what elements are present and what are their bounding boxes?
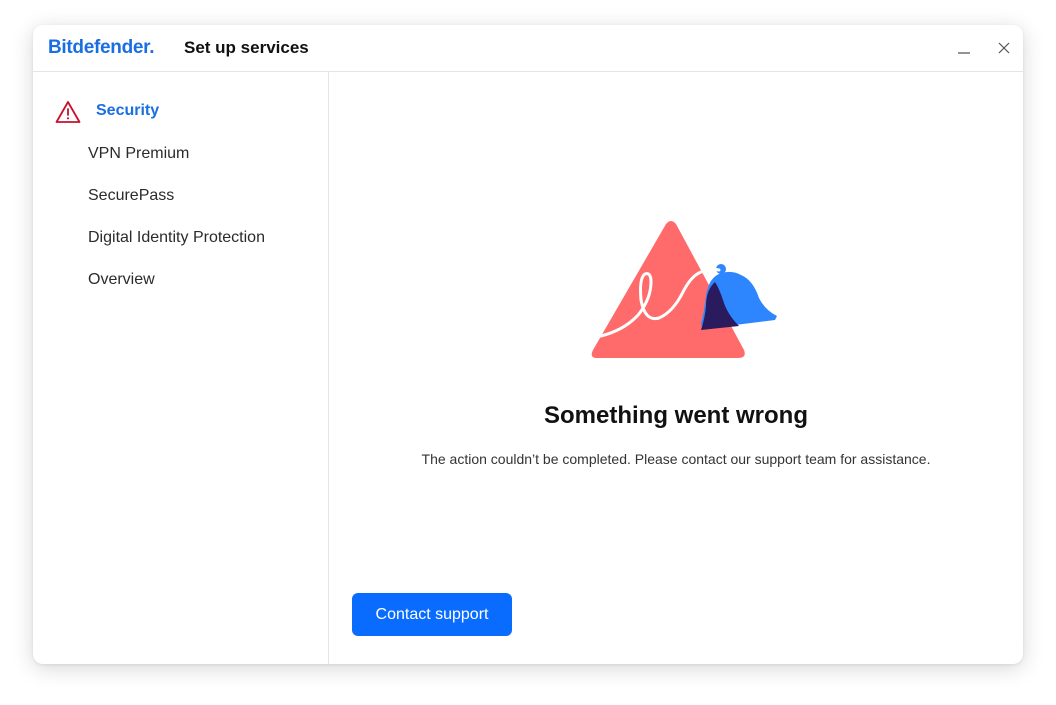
sidebar-item-digital-identity-protection[interactable]: Digital Identity Protection bbox=[88, 229, 265, 247]
brand-name: Bitdefender bbox=[48, 37, 150, 58]
error-illustration bbox=[591, 221, 777, 358]
close-icon bbox=[998, 42, 1010, 54]
brand-dot: . bbox=[149, 37, 155, 58]
close-button[interactable] bbox=[993, 37, 1015, 59]
minimize-icon bbox=[958, 52, 970, 54]
brand-logo: Bitdefender. bbox=[48, 37, 155, 59]
title-bar: Bitdefender. Set up services bbox=[33, 25, 1023, 72]
main-content: Something went wrong The action couldn’t… bbox=[329, 72, 1023, 664]
sidebar: Security VPN Premium SecurePass Digital … bbox=[33, 72, 329, 664]
contact-support-button[interactable]: Contact support bbox=[352, 593, 512, 636]
sidebar-item-overview[interactable]: Overview bbox=[88, 271, 155, 289]
error-message: The action couldn’t be completed. Please… bbox=[421, 451, 931, 467]
app-window: Bitdefender. Set up services Security VP… bbox=[33, 25, 1023, 664]
sidebar-item-securepass[interactable]: SecurePass bbox=[88, 187, 174, 205]
sidebar-item-security[interactable]: Security bbox=[96, 102, 159, 120]
sidebar-item-vpn-premium[interactable]: VPN Premium bbox=[88, 145, 189, 163]
minimize-button[interactable] bbox=[953, 37, 975, 59]
warning-icon bbox=[55, 101, 81, 123]
error-title: Something went wrong bbox=[544, 402, 808, 429]
window-title: Set up services bbox=[184, 38, 309, 57]
